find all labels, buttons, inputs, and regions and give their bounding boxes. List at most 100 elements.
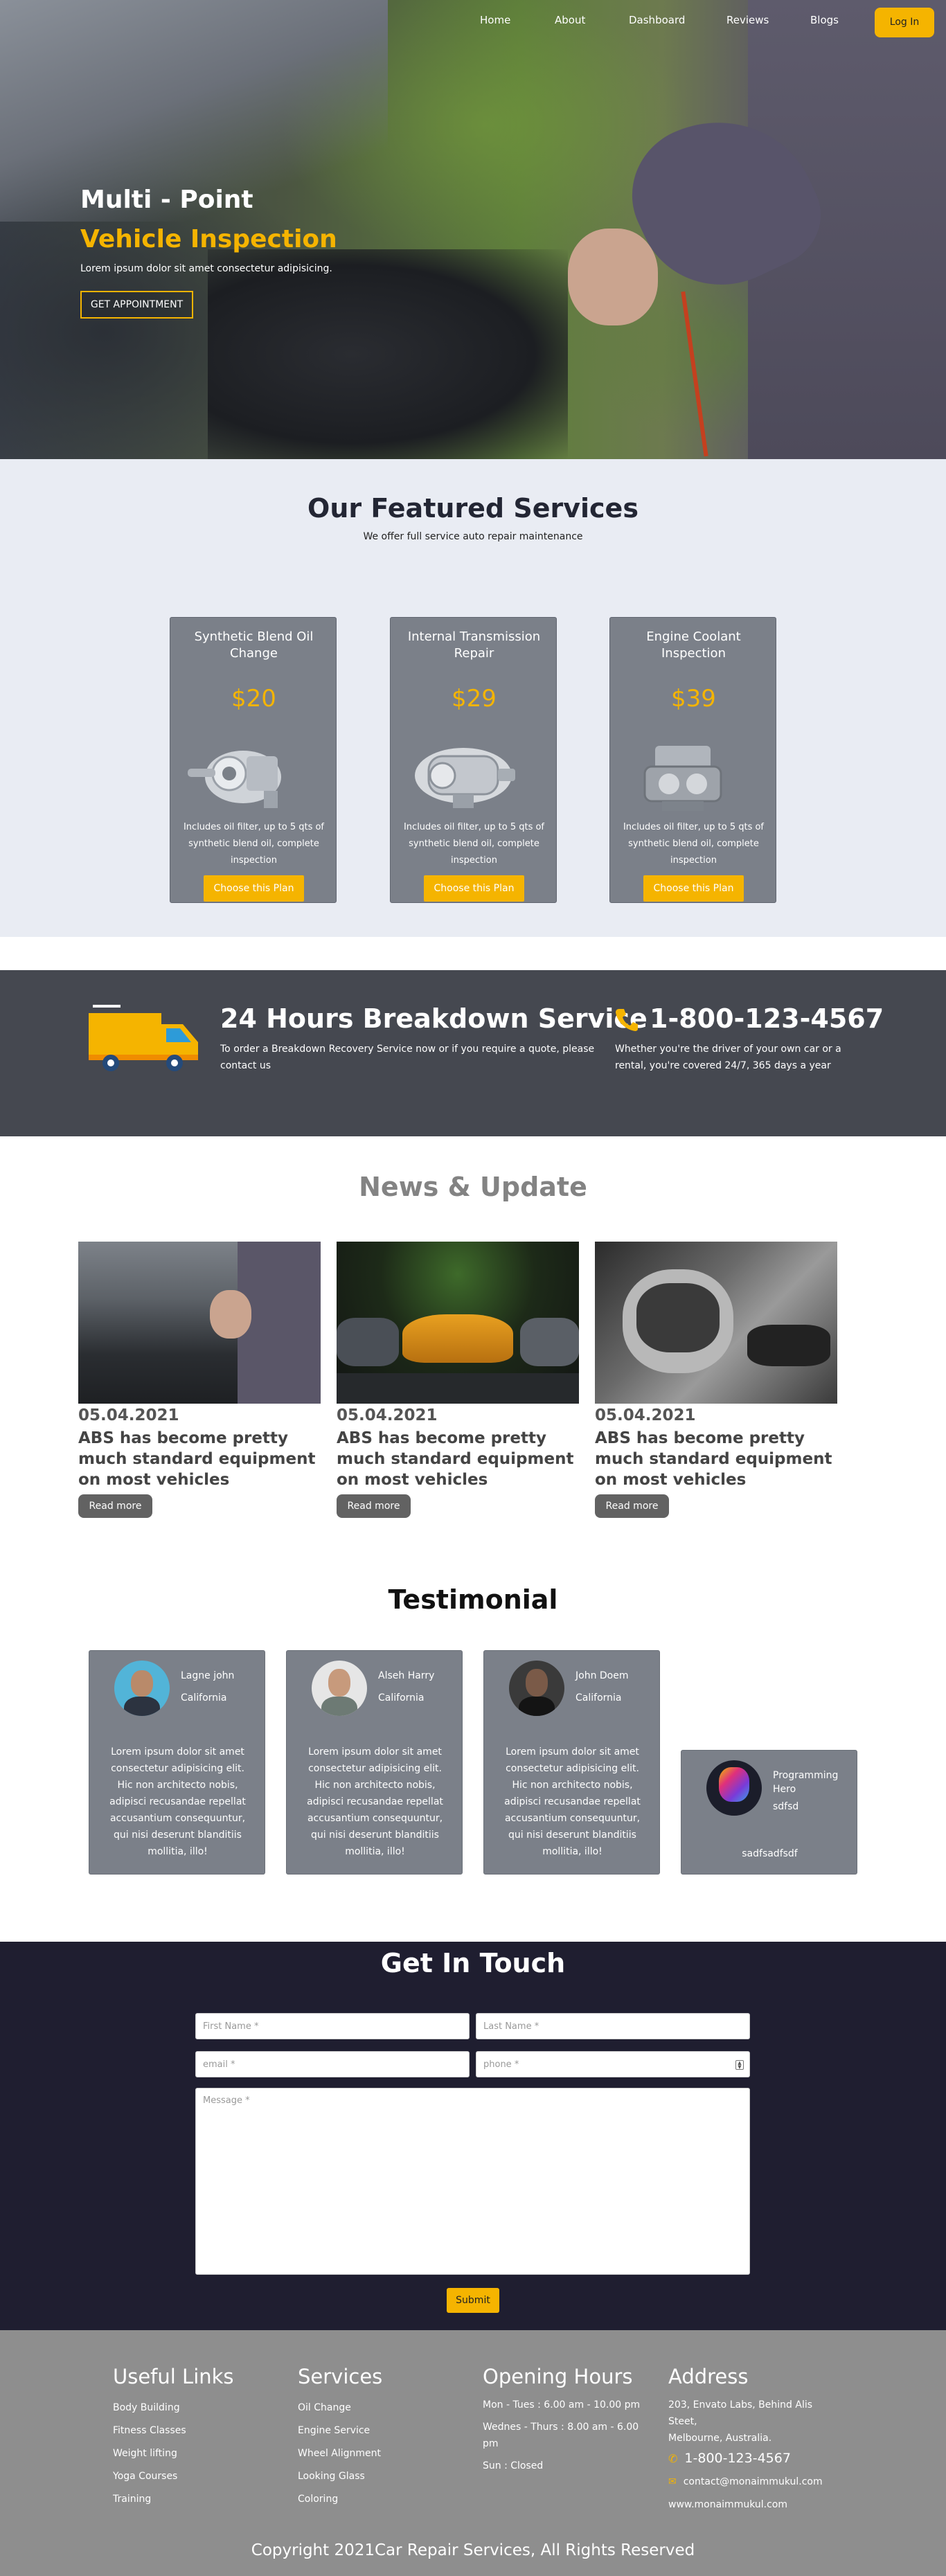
breakdown-title: 24 Hours Breakdown Service: [220, 1003, 648, 1034]
footer-link[interactable]: Weight lifting: [113, 2442, 234, 2465]
testimonial-quote: Lorem ipsum dolor sit amet consectetur a…: [307, 1746, 443, 1857]
service-description: Includes oil filter, up to 5 qts of synt…: [623, 822, 765, 866]
avatar: [706, 1760, 762, 1816]
footer-link[interactable]: Oil Change: [298, 2397, 382, 2420]
service-price: $29: [452, 685, 497, 713]
footer-link[interactable]: Fitness Classes: [113, 2420, 234, 2442]
footer-website[interactable]: www.monaimmukul.com: [668, 2493, 835, 2516]
footer-link[interactable]: Engine Service: [298, 2420, 382, 2442]
testimonial-title: Testimonial: [388, 1584, 558, 1615]
services-subtitle: We offer full service auto repair mainte…: [363, 531, 583, 542]
service-name: Engine Coolant Inspection: [646, 629, 741, 661]
testimonial-location: California: [181, 1692, 227, 1703]
breakdown-description: To order a Breakdown Recovery Service no…: [220, 1044, 595, 1071]
phone-field[interactable]: phone * ▲ ▼: [476, 2051, 750, 2077]
footer-phone-number: 1-800-123-4567: [684, 2451, 791, 2466]
contact-title: Get In Touch: [380, 1948, 566, 1978]
nav-reviews[interactable]: Reviews: [726, 14, 769, 26]
service-card: Synthetic Blend Oil Change $20 Includes …: [170, 617, 337, 903]
main-nav: Home About Dashboard Reviews Blogs Log I…: [0, 0, 946, 42]
service-price: $39: [671, 685, 716, 713]
nav-blogs[interactable]: Blogs: [810, 14, 839, 26]
hero-title-highlight: Vehicle Inspection: [80, 225, 337, 253]
first-name-field[interactable]: First Name *: [195, 2013, 470, 2039]
footer-heading: Useful Links: [113, 2365, 234, 2388]
person-hand: [568, 229, 658, 325]
breakdown-phone[interactable]: 1-800-123-4567: [650, 1003, 884, 1034]
oil-pump-icon: [188, 751, 281, 808]
news-date: 05.04.2021: [78, 1406, 179, 1424]
footer-useful-links: Useful Links Body Building Fitness Class…: [113, 2365, 234, 2511]
avatar: [312, 1661, 367, 1716]
choose-plan-button[interactable]: Choose this Plan: [204, 875, 304, 902]
footer-link[interactable]: Wheel Alignment: [298, 2442, 382, 2465]
submit-button[interactable]: Submit: [447, 2288, 499, 2313]
login-button[interactable]: Log In: [875, 8, 934, 37]
testimonial-name: John Doem: [575, 1670, 629, 1681]
last-name-field[interactable]: Last Name *: [476, 2013, 750, 2039]
number-spinner-icon[interactable]: ▲ ▼: [735, 2060, 744, 2070]
news-headline[interactable]: ABS has become pretty much standard equi…: [78, 1428, 321, 1490]
choose-plan-button[interactable]: Choose this Plan: [424, 875, 524, 902]
news-image[interactable]: [595, 1242, 837, 1404]
news-headline[interactable]: ABS has become pretty much standard equi…: [595, 1428, 837, 1490]
footer-heading: Address: [668, 2365, 749, 2388]
footer-email-address: contact@monaimmukul.com: [683, 2476, 823, 2487]
truck-icon: [89, 1005, 198, 1071]
news-date: 05.04.2021: [337, 1406, 438, 1424]
message-field[interactable]: Message *: [195, 2088, 750, 2275]
nav-dashboard[interactable]: Dashboard: [629, 14, 685, 26]
hero-subtitle: Lorem ipsum dolor sit amet consectetur a…: [80, 263, 332, 274]
phone-field-placeholder: phone *: [483, 2059, 519, 2070]
hours-line: Sun : Closed: [483, 2460, 544, 2471]
testimonial-name: Alseh Harry: [378, 1670, 435, 1681]
testimonial-name: Programming Hero: [773, 1770, 839, 1795]
service-name: Internal Transmission Repair: [407, 629, 541, 661]
read-more-button[interactable]: Read more: [78, 1494, 152, 1518]
testimonial-card: Programming Hero sdfsd sadfsadfsdf: [681, 1750, 857, 1875]
service-name: Synthetic Blend Oil Change: [194, 629, 314, 661]
hero-section: Home About Dashboard Reviews Blogs Log I…: [0, 0, 946, 459]
news-image[interactable]: [337, 1242, 579, 1404]
breakdown-phone-description: Whether you're the driver of your own ca…: [615, 1044, 841, 1071]
choose-plan-button[interactable]: Choose this Plan: [643, 875, 744, 902]
footer-link[interactable]: Coloring: [298, 2488, 382, 2511]
address-line: Melbourne, Australia.: [668, 2433, 772, 2444]
footer-link[interactable]: Looking Glass: [298, 2465, 382, 2488]
hours-line: Wednes - Thurs : 8.00 am - 6.00 pm: [483, 2422, 639, 2449]
footer-email[interactable]: ✉ contact@monaimmukul.com: [668, 2471, 835, 2493]
testimonial-card: Alseh Harry California Lorem ipsum dolor…: [286, 1650, 463, 1875]
service-description: Includes oil filter, up to 5 qts of synt…: [403, 822, 545, 866]
testimonial-card: John Doem California Lorem ipsum dolor s…: [483, 1650, 660, 1875]
breakdown-section: 24 Hours Breakdown Service To order a Br…: [0, 970, 946, 1136]
testimonial-location: sdfsd: [773, 1801, 799, 1812]
transmission-icon: [415, 748, 515, 808]
footer-link[interactable]: Body Building: [113, 2397, 234, 2420]
envelope-icon: ✉: [668, 2476, 677, 2487]
service-price: $20: [231, 685, 276, 713]
testimonial-location: California: [378, 1692, 425, 1703]
testimonial-quote: Lorem ipsum dolor sit amet consectetur a…: [109, 1746, 246, 1857]
footer-link[interactable]: Yoga Courses: [113, 2465, 234, 2488]
read-more-button[interactable]: Read more: [337, 1494, 411, 1518]
news-item: 05.04.2021 ABS has become pretty much st…: [337, 1242, 579, 1518]
nav-about[interactable]: About: [555, 14, 585, 26]
email-field[interactable]: email *: [195, 2051, 470, 2077]
phone-icon: ✆: [668, 2452, 678, 2465]
service-card: Internal Transmission Repair $29 Include…: [390, 617, 557, 903]
get-appointment-button[interactable]: GET APPOINTMENT: [80, 291, 193, 319]
news-headline[interactable]: ABS has become pretty much standard equi…: [337, 1428, 579, 1490]
news-image[interactable]: [78, 1242, 321, 1404]
footer-services: Services Oil Change Engine Service Wheel…: [298, 2365, 382, 2511]
copyright: Copyright 2021Car Repair Services, All R…: [251, 2541, 695, 2559]
testimonial-card: Lagne john California Lorem ipsum dolor …: [89, 1650, 265, 1875]
read-more-button[interactable]: Read more: [595, 1494, 669, 1518]
hours-line: Mon - Tues : 6.00 am - 10.00 pm: [483, 2399, 641, 2410]
footer-phone[interactable]: ✆ 1-800-123-4567: [668, 2447, 835, 2471]
footer-link[interactable]: Training: [113, 2488, 234, 2511]
avatar: [509, 1661, 564, 1716]
avatar: [114, 1661, 170, 1716]
engine-icon: [643, 746, 722, 811]
testimonial-quote: Lorem ipsum dolor sit amet consectetur a…: [504, 1746, 641, 1857]
nav-home[interactable]: Home: [480, 14, 510, 26]
